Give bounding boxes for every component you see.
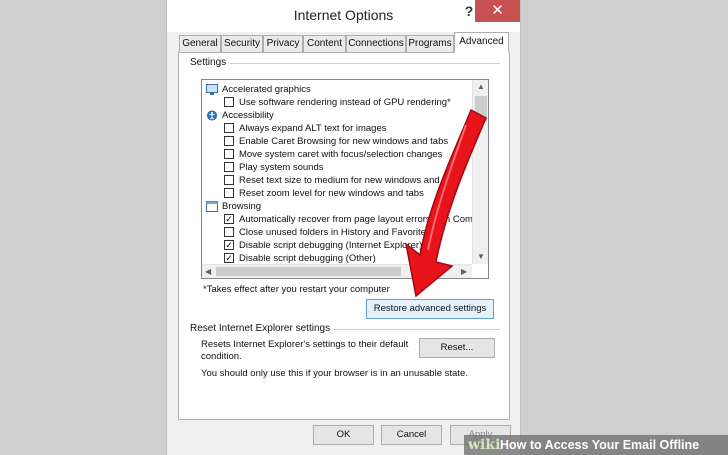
tab-advanced[interactable]: Advanced [454,32,509,53]
arrow-tail [440,245,485,305]
watermark-title: How to Access Your Email Offline [500,438,700,452]
arrow-shape [404,108,487,298]
wikihow-logo: wiki [468,437,501,453]
red-arrow-annotation [404,108,487,305]
